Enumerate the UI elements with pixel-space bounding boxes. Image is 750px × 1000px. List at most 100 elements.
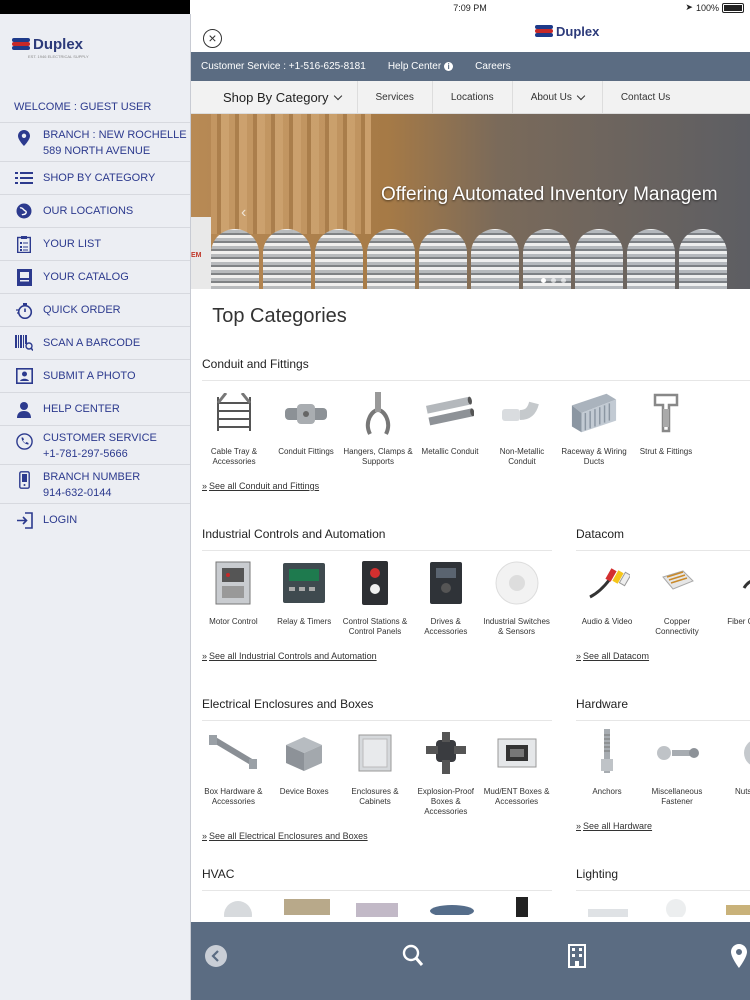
photo-id-icon (14, 367, 34, 385)
category-drives-accessories[interactable]: Drives & Accessories (410, 559, 481, 637)
category-metallic-conduit[interactable]: Metallic Conduit (414, 389, 486, 467)
category-label: Drives & Accessories (424, 617, 468, 636)
branch-number-phone[interactable]: 914-632-0144 (43, 487, 140, 499)
map-pin-icon[interactable] (731, 944, 747, 973)
category-box-hardware[interactable]: Box Hardware & Accessories (198, 729, 269, 817)
category-enclosures-cabinets[interactable]: Enclosures & Cabinets (340, 729, 411, 817)
category-label: Industrial Switches & Sensors (483, 617, 550, 636)
banner-side-tab: EM (191, 217, 211, 289)
category-copper-connectivity[interactable]: Copper Connectivity (642, 559, 712, 637)
category-label: Audio & Video (581, 617, 633, 626)
control-station-image (351, 559, 399, 607)
category-cable-tray[interactable]: Cable Tray & Accessories (198, 389, 270, 467)
chevron-down-icon (333, 91, 342, 100)
category-explosion-proof-boxes[interactable]: Explosion-Proof Boxes & Accessories (410, 729, 481, 817)
sidebar-item-your-catalog[interactable]: YOUR CATALOG (0, 261, 190, 294)
shop-by-category-dropdown[interactable]: Shop By Category (191, 90, 357, 105)
category-label: Copper Connectivity (655, 617, 699, 636)
nav-about-us[interactable]: About Us (511, 81, 602, 113)
sidebar-logo-text: Duplex (33, 36, 84, 53)
category-motor-control[interactable]: Motor Control (198, 559, 269, 637)
category-industrial-switches[interactable]: Industrial Switches & Sensors (481, 559, 552, 637)
map-pin-icon (14, 129, 34, 147)
category-nuts[interactable]: Nuts & (712, 729, 750, 807)
sidebar-branch-number[interactable]: BRANCH NUMBER 914-632-0144 (0, 465, 190, 504)
sidebar-customer-service[interactable]: CUSTOMER SERVICE +1-781-297-5666 (0, 426, 190, 465)
about-us-label: About Us (530, 91, 572, 103)
info-icon: i (444, 62, 454, 71)
careers-link[interactable]: Careers (475, 61, 511, 72)
building-icon[interactable] (568, 944, 586, 973)
category-hangers-clamps[interactable]: Hangers, Clamps & Supports (342, 389, 414, 467)
fastener-image (653, 729, 701, 777)
category-relay-timers[interactable]: Relay & Timers (269, 559, 340, 637)
section-industrial-controls: Industrial Controls and Automation Motor… (202, 527, 552, 661)
category-label: Device Boxes (279, 787, 329, 796)
login-icon (14, 511, 34, 529)
category-audio-video[interactable]: Audio & Video (576, 559, 642, 637)
sidebar-item-shop-by-category[interactable]: SHOP BY CATEGORY (0, 162, 190, 195)
battery-icon (722, 2, 744, 13)
sidebar-item-label: LOGIN (43, 514, 78, 526)
see-all-label: See all Conduit and Fittings (209, 481, 320, 491)
category-raceway-wiring-ducts[interactable]: Raceway & Wiring Ducts (558, 389, 630, 467)
section-datacom: Datacom Audio & Video Copper Connectivit… (576, 527, 750, 661)
customer-service-link[interactable]: Customer Service : +1-516-625-8181 (201, 61, 366, 72)
category-label: Motor Control (209, 617, 258, 626)
branch-address: 589 NORTH AVENUE (43, 145, 151, 157)
nav-services[interactable]: Services (356, 81, 432, 113)
search-icon[interactable] (402, 944, 424, 973)
main-nav: Shop By Category Services Locations Abou… (191, 81, 750, 114)
back-button[interactable] (205, 945, 227, 972)
category-label: Mud/ENT Boxes & Accessories (483, 787, 550, 806)
conduit-fitting-image (282, 389, 330, 437)
section-hardware: Hardware Anchors Miscellaneous Fastener … (576, 697, 750, 831)
carousel-dots[interactable] (541, 278, 566, 283)
nav-locations[interactable]: Locations (431, 81, 512, 113)
category-label: Non-Metallic Conduit (499, 447, 545, 466)
category-strut-fittings[interactable]: Strut & Fittings (630, 389, 702, 467)
see-all-datacom-link[interactable]: » See all Datacom (576, 651, 750, 661)
sidebar-item-label: YOUR CATALOG (43, 271, 129, 283)
sidebar-item-your-list[interactable]: YOUR LIST (0, 228, 190, 261)
status-time: 7:09 PM (453, 3, 487, 13)
sidebar-item-our-locations[interactable]: OUR LOCATIONS (0, 195, 190, 228)
see-all-conduit-link[interactable]: » See all Conduit and Fittings (202, 481, 750, 491)
see-all-hardware-link[interactable]: » See all Hardware (576, 821, 750, 831)
help-center-link[interactable]: Help Center i (388, 61, 454, 72)
section-title: Conduit and Fittings (202, 357, 750, 381)
category-anchors[interactable]: Anchors (576, 729, 642, 807)
customer-service-phone[interactable]: +1-781-297-5666 (43, 448, 157, 460)
nav-contact-us[interactable]: Contact Us (601, 81, 688, 113)
see-all-controls-link[interactable]: » See all Industrial Controls and Automat… (202, 651, 552, 661)
section-title: Hardware (576, 697, 750, 721)
hero-banner[interactable]: EM ‹ Offering Automated Inventory Manage… (191, 114, 750, 289)
globe-icon (14, 202, 34, 220)
flag-logo-icon (12, 38, 30, 51)
strut-fitting-image (642, 389, 690, 437)
customer-service-label: CUSTOMER SERVICE (43, 432, 157, 444)
mud-ring-box-image (493, 729, 541, 777)
hvac-product-images (202, 891, 552, 921)
see-all-enclosures-link[interactable]: » See all Electrical Enclosures and Boxes (202, 831, 552, 841)
category-non-metallic-conduit[interactable]: Non-Metallic Conduit (486, 389, 558, 467)
header-logo[interactable]: Duplex (535, 24, 599, 39)
sidebar-item-submit-photo[interactable]: SUBMIT A PHOTO (0, 360, 190, 393)
sensor-image (493, 559, 541, 607)
close-menu-button[interactable]: × (203, 29, 222, 48)
category-control-stations[interactable]: Control Stations & Control Panels (340, 559, 411, 637)
category-label: Metallic Conduit (421, 447, 479, 456)
device-box-image (280, 729, 328, 777)
motor-control-image (209, 559, 257, 607)
sidebar-item-help-center[interactable]: HELP CENTER (0, 393, 190, 426)
sidebar-item-login[interactable]: LOGIN (0, 504, 190, 536)
sidebar-item-scan-barcode[interactable]: SCAN A BARCODE (0, 327, 190, 360)
category-misc-fastener[interactable]: Miscellaneous Fastener (642, 729, 712, 807)
category-fiber-connectivity[interactable]: Fiber Conn (712, 559, 750, 637)
category-conduit-fittings[interactable]: Conduit Fittings (270, 389, 342, 467)
sidebar-branch[interactable]: BRANCH : NEW ROCHELLE 589 NORTH AVENUE (0, 123, 190, 162)
section-title: Lighting (576, 867, 750, 891)
category-device-boxes[interactable]: Device Boxes (269, 729, 340, 817)
banner-prev-arrow-icon[interactable]: ‹ (241, 204, 246, 222)
category-mud-ent-boxes[interactable]: Mud/ENT Boxes & Accessories (481, 729, 552, 817)
